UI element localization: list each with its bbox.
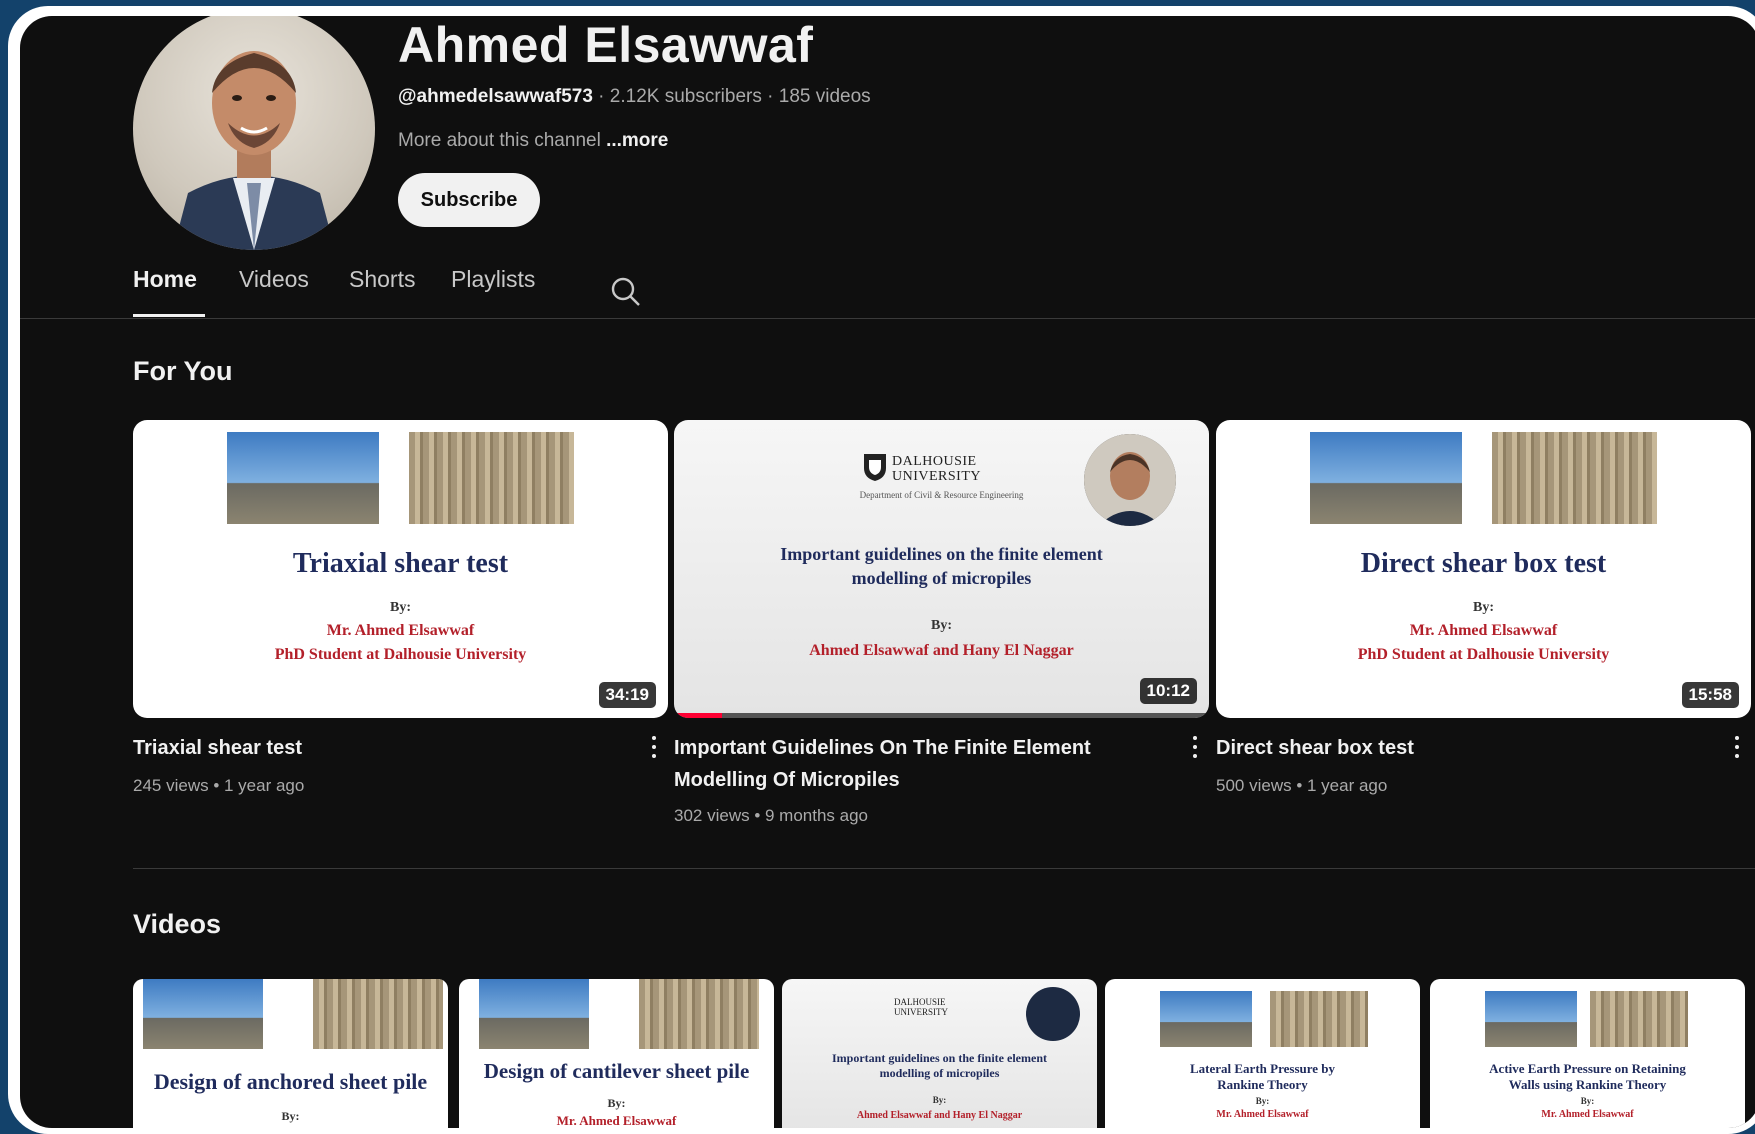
watch-progress-bar [674,713,1209,718]
thumb-author: Mr. Ahmed Elsawwaf [1216,1109,1309,1120]
thumb-title: Design of anchored sheet pile [153,1069,428,1094]
channel-stats: · 2.12K subscribers · 185 videos [592,86,871,107]
channel-name: Ahmed Elsawwaf [398,17,814,73]
thumb-author: Ahmed Elsawwaf and Hany El Naggar [809,642,1074,659]
video-card[interactable]: DALHOUSIE UNIVERSITY Department of Civil… [674,420,1209,825]
video-thumbnail[interactable]: Direct shear box test By: Mr. Ahmed Elsa… [1216,420,1751,718]
thumb-author: Mr. Ahmed Elsawwaf [556,1113,677,1128]
thumb-title-line2: modelling of micropiles [879,1066,1000,1080]
thumb-author: Mr. Ahmed Elsawwaf [1541,1109,1634,1120]
thumb-by: By: [931,618,952,633]
more-options-icon[interactable] [1733,734,1741,760]
thumb-by: By: [607,1096,626,1110]
person-portrait [173,51,335,250]
tab-shorts[interactable]: Shorts [349,266,415,293]
video-title[interactable]: Triaxial shear test [133,732,603,764]
more-options-icon[interactable] [650,734,658,760]
duration-badge: 10:12 [1139,678,1197,704]
wall-image [313,979,443,1049]
video-thumbnail[interactable]: Lateral Earth Pressure by Rankine Theory… [1105,979,1420,1128]
video-card[interactable]: Direct shear box test By: Mr. Ahmed Elsa… [1216,420,1751,795]
section-title-videos: Videos [133,909,222,939]
presenter-avatar [1026,987,1080,1041]
thumb-by: By: [1255,1096,1270,1106]
thumb-title: Direct shear box test [1360,548,1607,579]
wall-image [409,432,574,524]
thumb-title: Design of cantilever sheet pile [483,1059,750,1083]
duration-badge: 34:19 [598,682,656,708]
channel-meta: @ahmedelsawwaf573 · 2.12K subscribers · … [398,86,871,108]
thumb-title-line2: Walls using Rankine Theory [1508,1077,1667,1092]
thumb-title-line2: Rankine Theory [1217,1077,1308,1092]
tab-home[interactable]: Home [133,266,197,293]
thumb-title-line2: modelling of micropiles [851,568,1032,588]
video-title[interactable]: Direct shear box test [1216,732,1686,764]
video-thumbnail[interactable]: Design of cantilever sheet pile By: Mr. … [459,979,774,1128]
excavator-image [143,979,263,1049]
excavator-image [1485,991,1577,1047]
subscribe-button[interactable]: Subscribe [398,173,540,227]
thumb-title-line1: Active Earth Pressure on Retaining [1489,1061,1686,1076]
thumb-author: Mr. Ahmed Elsawwaf [1409,622,1558,639]
tabs-divider [20,318,1755,319]
watch-progress-fill [674,713,723,718]
tab-playlists[interactable]: Playlists [451,266,535,293]
section-divider [133,868,1755,869]
thumb-by: By: [390,600,411,615]
channel-avatar[interactable] [133,16,375,250]
tab-videos[interactable]: Videos [239,266,309,293]
youtube-channel-page: Ahmed Elsawwaf @ahmedelsawwaf573 · 2.12K… [20,16,1755,1128]
video-meta: 302 views • 9 months ago [674,806,869,825]
video-meta: 500 views • 1 year ago [1216,776,1388,795]
excavator-image [227,432,379,524]
presenter-avatar [1084,434,1176,526]
excavator-image [1310,432,1462,524]
video-title[interactable]: Important Guidelines On The Finite Eleme… [674,732,1144,796]
thumb-title: Triaxial shear test [292,548,509,579]
video-thumbnail[interactable]: Active Earth Pressure on Retaining Walls… [1430,979,1745,1128]
thumb-author: Ahmed Elsawwaf and Hany El Naggar [856,1110,1023,1121]
search-icon[interactable] [610,276,642,308]
wall-image [639,979,759,1049]
more-options-icon[interactable] [1191,734,1199,760]
excavator-image [479,979,589,1049]
video-thumbnail[interactable]: DALHOUSIE UNIVERSITY Important guideline… [782,979,1097,1128]
thumb-by: By: [932,1095,947,1105]
thumb-title-line1: Important guidelines on the finite eleme… [832,1051,1047,1065]
wall-image [1590,991,1688,1047]
video-thumbnail[interactable]: Design of anchored sheet pile By: [133,979,448,1128]
more-link[interactable]: ...more [606,130,668,151]
thumb-by: By: [1473,600,1494,615]
section-title-for-you: For You [133,356,233,386]
university-logo: DALHOUSIE UNIVERSITY [894,997,948,1017]
channel-handle: @ahmedelsawwaf573 [398,86,593,107]
logo-text: DALHOUSIE UNIVERSITY [892,454,981,484]
video-meta: 245 views • 1 year ago [133,776,305,795]
channel-about[interactable]: More about this channel ...more [398,130,668,152]
thumb-by: By: [281,1109,300,1123]
duration-badge: 15:58 [1681,682,1739,708]
video-thumbnail[interactable]: Triaxial shear test By: Mr. Ahmed Elsaww… [133,420,668,718]
video-thumbnail[interactable]: DALHOUSIE UNIVERSITY Department of Civil… [674,420,1209,718]
thumb-by: By: [1580,1096,1595,1106]
wall-image [1270,991,1368,1047]
wall-image [1492,432,1657,524]
thumb-affiliation: PhD Student at Dalhousie University [274,646,527,663]
thumb-title-line1: Important guidelines on the finite eleme… [780,544,1103,564]
active-tab-indicator [133,314,205,317]
thumb-title-line1: Lateral Earth Pressure by [1189,1061,1336,1076]
thumb-affiliation: PhD Student at Dalhousie University [1357,646,1610,663]
video-card[interactable]: Triaxial shear test By: Mr. Ahmed Elsaww… [133,420,668,795]
excavator-image [1160,991,1252,1047]
about-text: More about this channel [398,130,607,151]
thumb-author: Mr. Ahmed Elsawwaf [326,622,475,639]
